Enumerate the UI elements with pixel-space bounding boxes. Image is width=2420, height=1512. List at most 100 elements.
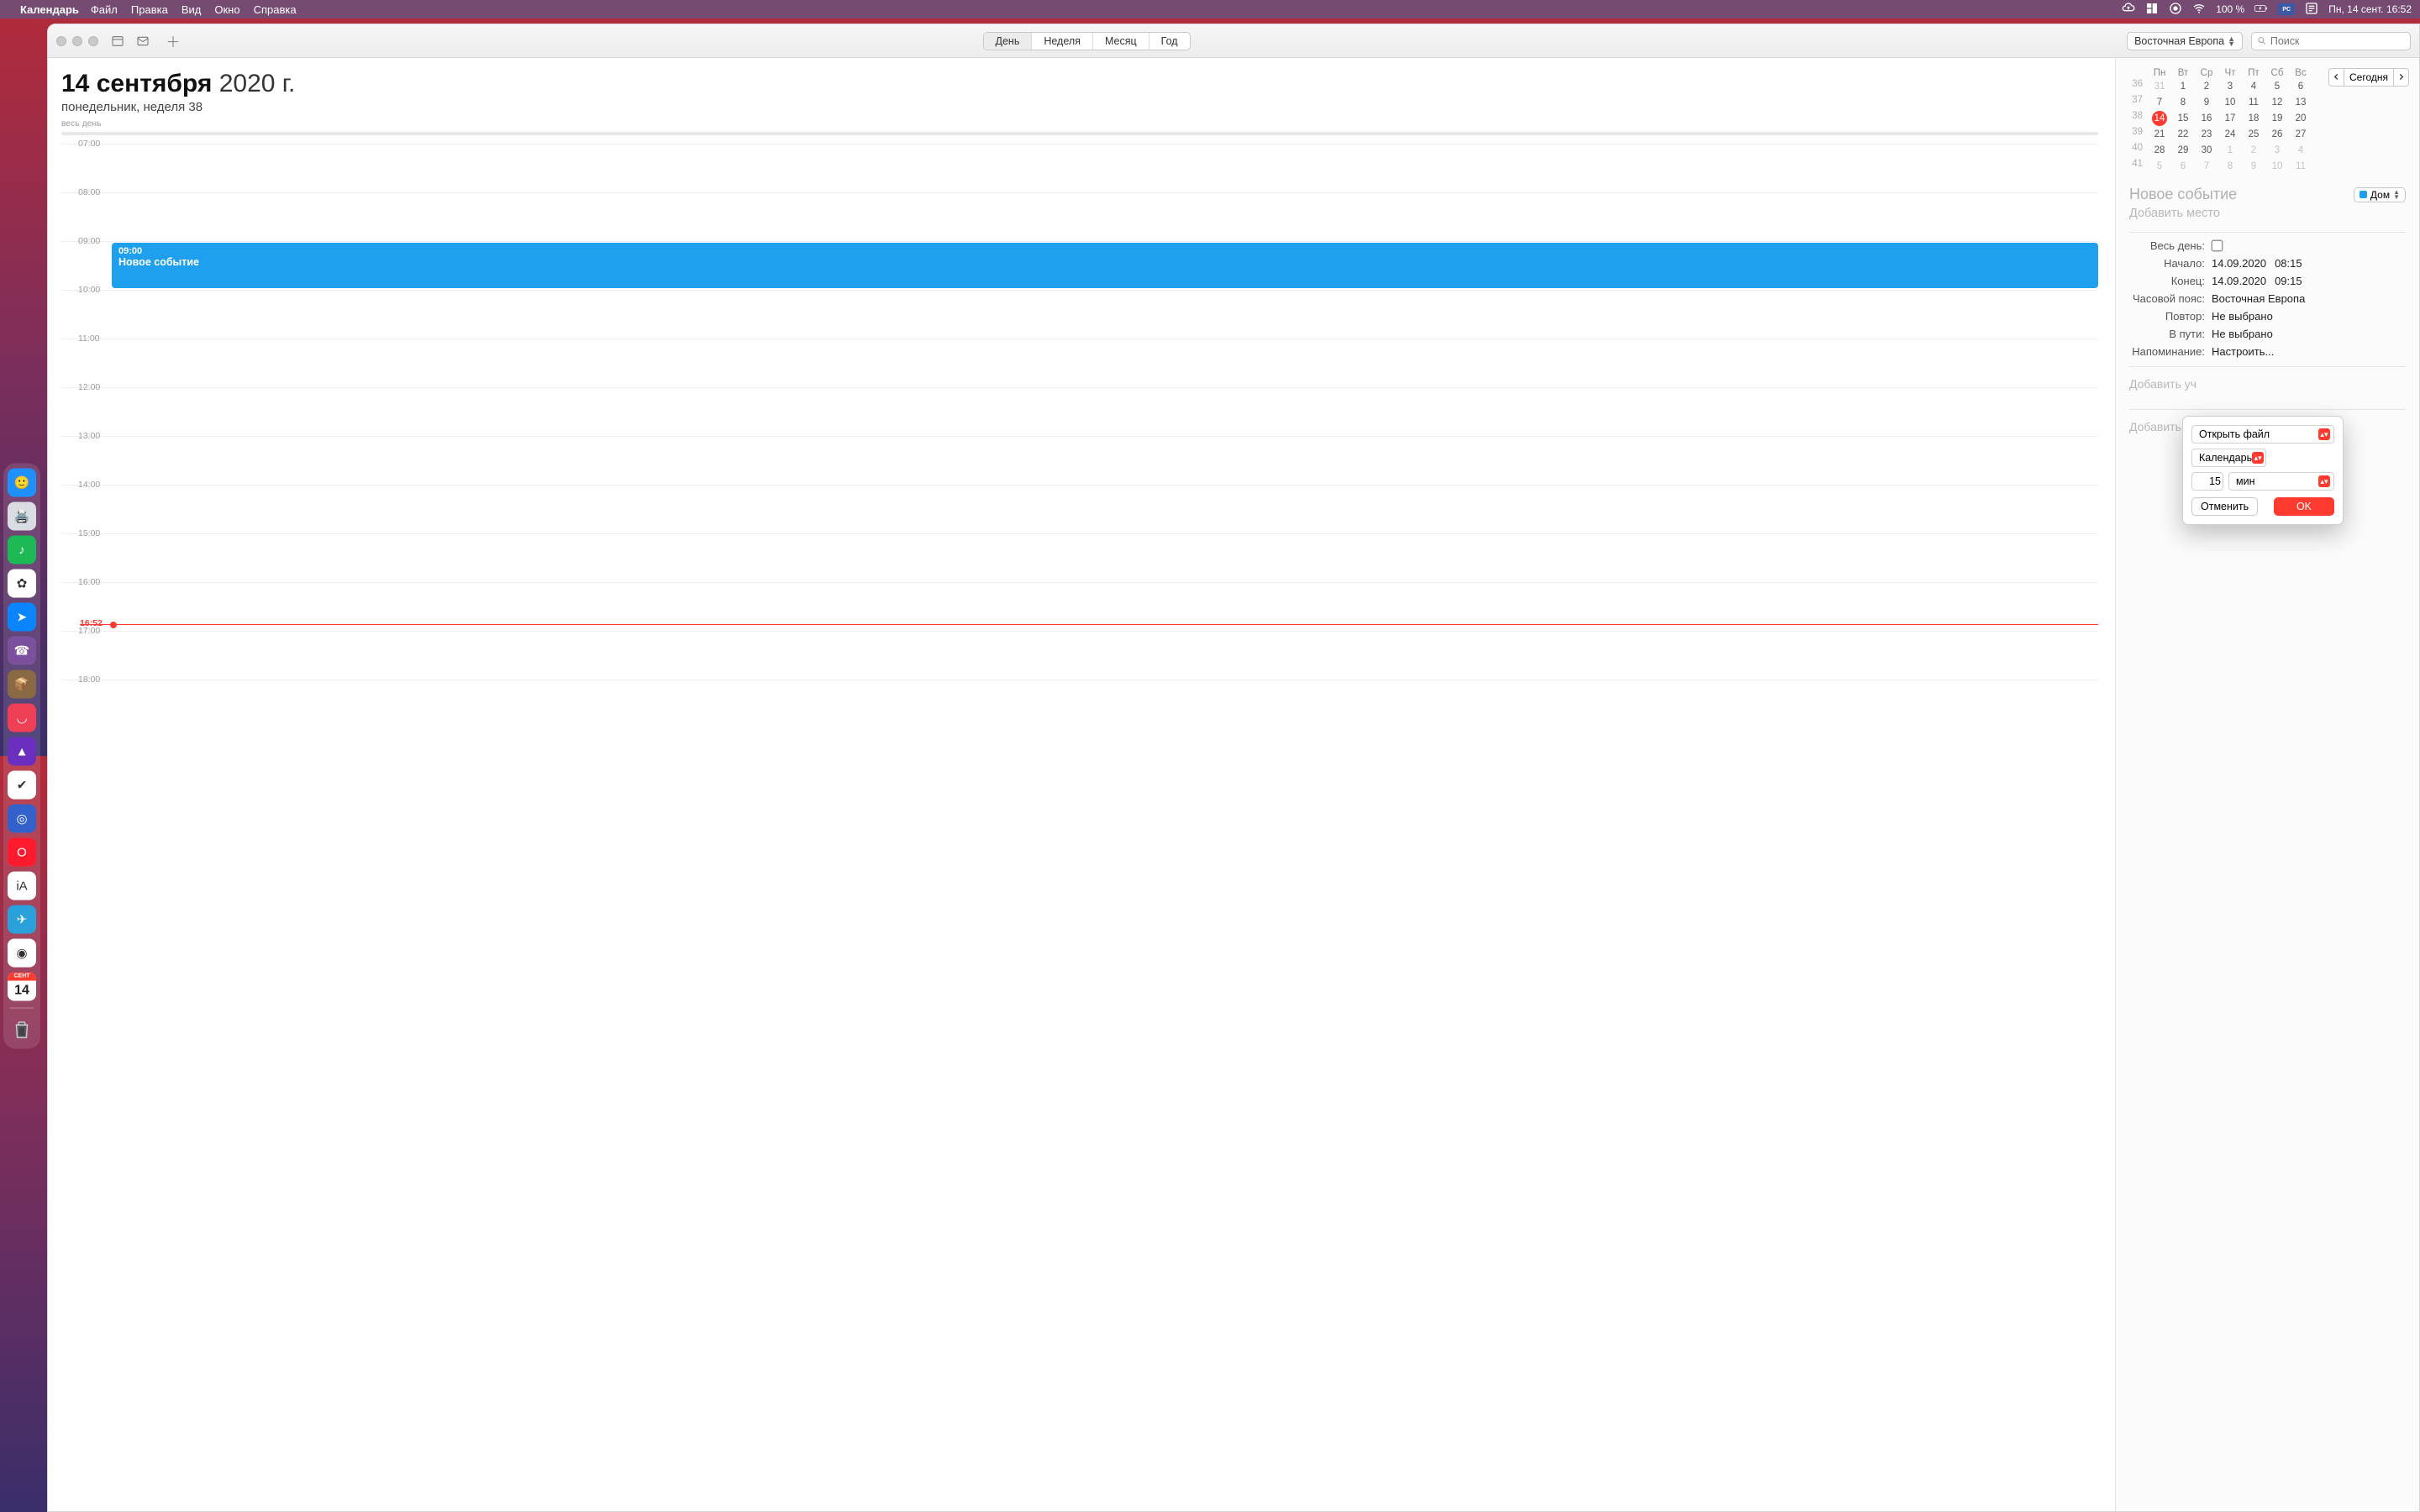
calendar-day[interactable]: 24 bbox=[2220, 127, 2240, 142]
calendar-day[interactable]: 11 bbox=[2244, 95, 2264, 110]
calendar-day[interactable]: 6 bbox=[2291, 79, 2311, 94]
spotify-icon[interactable]: ♪ bbox=[8, 536, 36, 564]
hour-grid[interactable]: 07:0008:0009:0010:0011:0012:0013:0014:00… bbox=[61, 144, 2098, 1511]
calendar-day[interactable]: 11 bbox=[2291, 159, 2311, 174]
calendar-day[interactable]: 16 bbox=[2196, 111, 2217, 126]
battery-icon[interactable] bbox=[2254, 2, 2268, 18]
menu-window[interactable]: Окно bbox=[214, 3, 239, 16]
chrome-icon[interactable]: ◉ bbox=[8, 939, 36, 968]
calendar-day[interactable]: 26 bbox=[2267, 127, 2287, 142]
calendar-day[interactable]: 25 bbox=[2244, 127, 2264, 142]
prev-button[interactable] bbox=[2328, 68, 2344, 87]
calendars-toggle-button[interactable] bbox=[108, 34, 127, 49]
today-button[interactable]: Сегодня bbox=[2344, 68, 2393, 87]
viber-icon[interactable]: ☎ bbox=[8, 637, 36, 665]
calendar-day[interactable]: 9 bbox=[2244, 159, 2264, 174]
next-button[interactable] bbox=[2393, 68, 2409, 87]
hour-row[interactable]: 08:00 bbox=[61, 192, 2098, 241]
clock[interactable]: Пн, 14 сент. 16:52 bbox=[2328, 3, 2412, 15]
end-time[interactable]: 09:15 bbox=[2275, 275, 2302, 287]
calendar-day[interactable]: 10 bbox=[2267, 159, 2287, 174]
alert-app-select[interactable]: Календарь ▴▾ bbox=[2191, 449, 2266, 467]
telegram-icon[interactable]: ✈ bbox=[8, 906, 36, 934]
menu-file[interactable]: Файл bbox=[91, 3, 118, 16]
scanner-icon[interactable]: 🖨️ bbox=[8, 502, 36, 531]
hour-row[interactable]: 15:00 bbox=[61, 533, 2098, 582]
hour-row[interactable]: 14:00 bbox=[61, 485, 2098, 533]
calendar-day[interactable]: 3 bbox=[2220, 79, 2240, 94]
calendar-day[interactable]: 17 bbox=[2220, 111, 2240, 126]
event-title-placeholder[interactable]: Новое событие bbox=[2129, 186, 2237, 203]
calendar-icon[interactable]: СЕНТ14 bbox=[8, 973, 36, 1001]
calendar-day[interactable]: 29 bbox=[2173, 143, 2193, 158]
hour-row[interactable]: 18:00 bbox=[61, 680, 2098, 728]
hour-row[interactable]: 10:00 bbox=[61, 290, 2098, 339]
menu-edit[interactable]: Правка bbox=[131, 3, 168, 16]
hour-row[interactable]: 17:00 bbox=[61, 631, 2098, 680]
notification-center-icon[interactable] bbox=[2305, 2, 2318, 18]
calendar-day[interactable]: 31 bbox=[2149, 79, 2170, 94]
calendar-day[interactable]: 10 bbox=[2220, 95, 2240, 110]
things-icon[interactable]: ✔ bbox=[8, 771, 36, 800]
add-attendees[interactable]: Добавить уч bbox=[2129, 366, 2406, 401]
event-block[interactable]: 09:00Новое событие bbox=[112, 243, 2098, 288]
repeat-value[interactable]: Не выбрано bbox=[2212, 310, 2273, 323]
affinity-icon[interactable]: ▲ bbox=[8, 738, 36, 766]
calendar-day[interactable]: 21 bbox=[2149, 127, 2170, 142]
icloud-icon[interactable] bbox=[2122, 2, 2135, 18]
calendar-day[interactable]: 18 bbox=[2244, 111, 2264, 126]
calendar-day[interactable]: 5 bbox=[2149, 159, 2170, 174]
app-menu[interactable]: Календарь bbox=[20, 3, 79, 16]
pocket-icon[interactable]: ◡ bbox=[8, 704, 36, 732]
inbox-button[interactable] bbox=[134, 34, 152, 49]
calendar-day[interactable]: 30 bbox=[2196, 143, 2217, 158]
ok-button[interactable]: OK bbox=[2274, 497, 2334, 516]
input-source-icon[interactable]: PC bbox=[2278, 3, 2295, 15]
end-date[interactable]: 14.09.2020 bbox=[2212, 275, 2266, 287]
search-field[interactable] bbox=[2251, 32, 2411, 50]
calendar-day[interactable]: 27 bbox=[2291, 127, 2311, 142]
start-date[interactable]: 14.09.2020 bbox=[2212, 257, 2266, 270]
calendar-day[interactable]: 14 bbox=[2152, 111, 2167, 126]
calendar-day[interactable]: 20 bbox=[2291, 111, 2311, 126]
event-location-placeholder[interactable]: Добавить место bbox=[2129, 207, 2406, 220]
view-tab-0[interactable]: День bbox=[984, 33, 1033, 50]
view-tab-2[interactable]: Месяц bbox=[1093, 33, 1150, 50]
calendar-day[interactable]: 28 bbox=[2149, 143, 2170, 158]
calendar-day[interactable]: 7 bbox=[2149, 95, 2170, 110]
calendar-day[interactable]: 1 bbox=[2220, 143, 2240, 158]
window-controls[interactable] bbox=[56, 36, 98, 46]
calendar-picker[interactable]: Дом ▲▼ bbox=[2354, 187, 2406, 202]
calendar-day[interactable]: 2 bbox=[2244, 143, 2264, 158]
hour-row[interactable]: 12:00 bbox=[61, 387, 2098, 436]
cancel-button[interactable]: Отменить bbox=[2191, 497, 2258, 516]
calendar-day[interactable]: 1 bbox=[2173, 79, 2193, 94]
hour-row[interactable]: 07:00 bbox=[61, 144, 2098, 192]
calendar-day[interactable]: 8 bbox=[2173, 95, 2193, 110]
calendar-day[interactable]: 8 bbox=[2220, 159, 2240, 174]
calendar-day[interactable]: 23 bbox=[2196, 127, 2217, 142]
finder-icon[interactable]: 🙂 bbox=[8, 469, 36, 497]
alert-type-select[interactable]: Открыть файл ▴▾ bbox=[2191, 425, 2334, 444]
tz-value[interactable]: Восточная Европа bbox=[2212, 292, 2305, 305]
simplenote-icon[interactable]: ◎ bbox=[8, 805, 36, 833]
minutes-input[interactable] bbox=[2191, 472, 2223, 491]
calendar-day[interactable]: 6 bbox=[2173, 159, 2193, 174]
opera-icon[interactable]: O bbox=[8, 838, 36, 867]
alert-value[interactable]: Настроить... bbox=[2212, 345, 2274, 358]
minutes-unit-select[interactable]: мин ▴▾ bbox=[2228, 472, 2334, 491]
calendar-day[interactable]: 13 bbox=[2291, 95, 2311, 110]
calendar-day[interactable]: 15 bbox=[2173, 111, 2193, 126]
photos-icon[interactable]: ✿ bbox=[8, 570, 36, 598]
ia-writer-icon[interactable]: iA bbox=[8, 872, 36, 900]
calendar-day[interactable]: 3 bbox=[2267, 143, 2287, 158]
trash-icon[interactable] bbox=[8, 1016, 36, 1044]
timezone-select[interactable]: Восточная Европа ▲▼ bbox=[2127, 32, 2243, 50]
calendar-day[interactable]: 2 bbox=[2196, 79, 2217, 94]
calendar-day[interactable]: 4 bbox=[2244, 79, 2264, 94]
calendar-day[interactable]: 7 bbox=[2196, 159, 2217, 174]
start-time[interactable]: 08:15 bbox=[2275, 257, 2302, 270]
menu-view[interactable]: Вид bbox=[182, 3, 202, 16]
view-tab-3[interactable]: Год bbox=[1150, 33, 1190, 50]
app-status-icon[interactable] bbox=[2169, 2, 2182, 18]
